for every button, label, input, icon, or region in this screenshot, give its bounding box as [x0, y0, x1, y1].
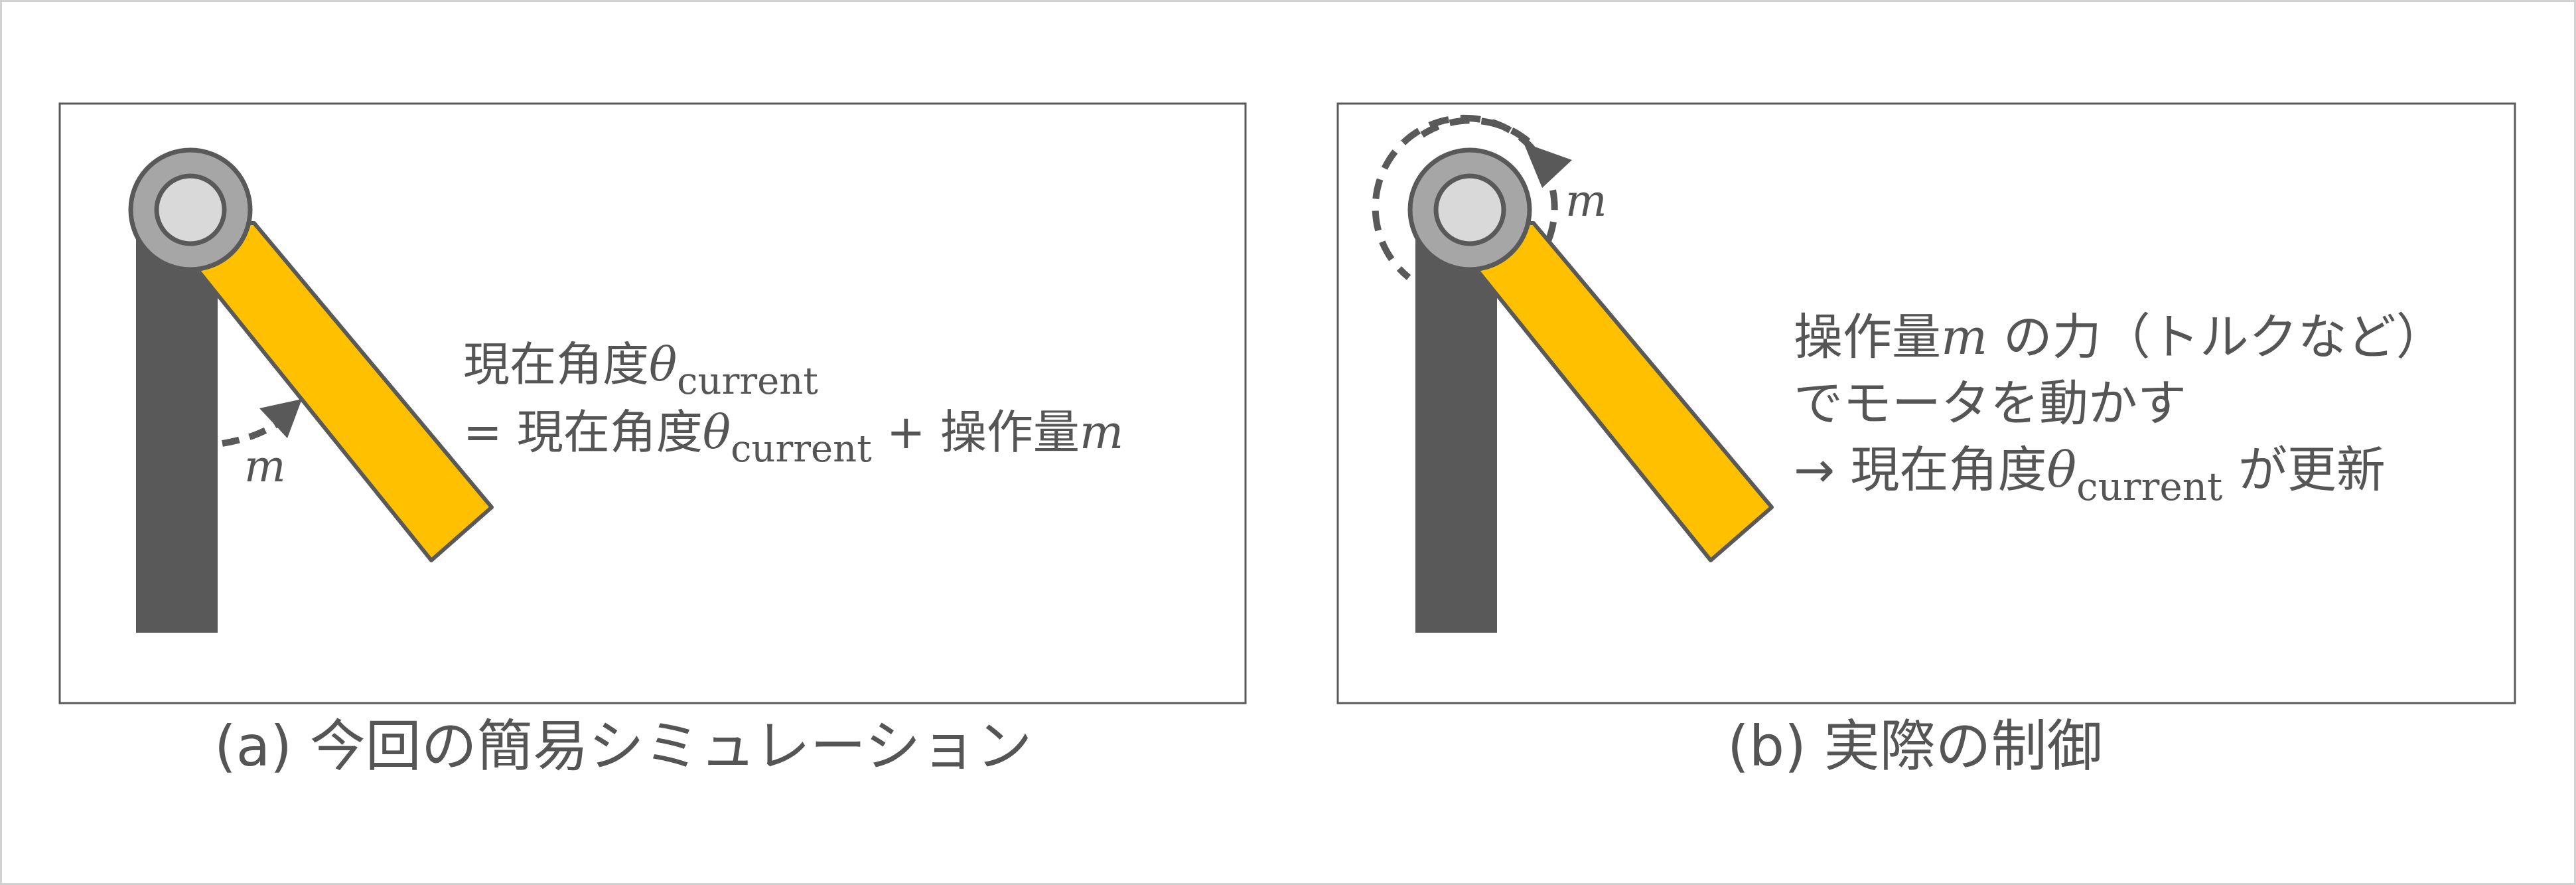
- caption-a: (a) 今回の簡易シミュレーション: [214, 714, 1032, 779]
- description-line-2: でモータを動かす: [1794, 375, 2186, 432]
- description-line-3: → 現在角度θcurrent が更新: [1794, 442, 2386, 509]
- caption-b: (b) 実際の制御: [1727, 714, 2103, 779]
- diagram-svg: m 現在角度θcurrent = 現在角度θcurrent + 操作量m (a)…: [58, 102, 2516, 779]
- arrow-label-b: m: [1565, 175, 1607, 226]
- arrow-label-a: m: [244, 441, 286, 492]
- equation-line-2: = 現在角度θcurrent + 操作量m: [463, 405, 1123, 471]
- panel-b: m 操作量m の力（トルクなど） でモータを動かす → 現在角度θcurrent…: [1336, 102, 2516, 779]
- equation-line-1: 現在角度θcurrent: [463, 337, 818, 403]
- diagram-canvas: m 現在角度θcurrent = 現在角度θcurrent + 操作量m (a)…: [0, 0, 2576, 885]
- panel-a: m 現在角度θcurrent = 現在角度θcurrent + 操作量m (a)…: [58, 102, 1247, 779]
- joint-inner-a: [154, 173, 227, 246]
- joint-inner-b: [1433, 173, 1506, 246]
- description-line-1: 操作量m の力（トルクなど）: [1794, 309, 2445, 366]
